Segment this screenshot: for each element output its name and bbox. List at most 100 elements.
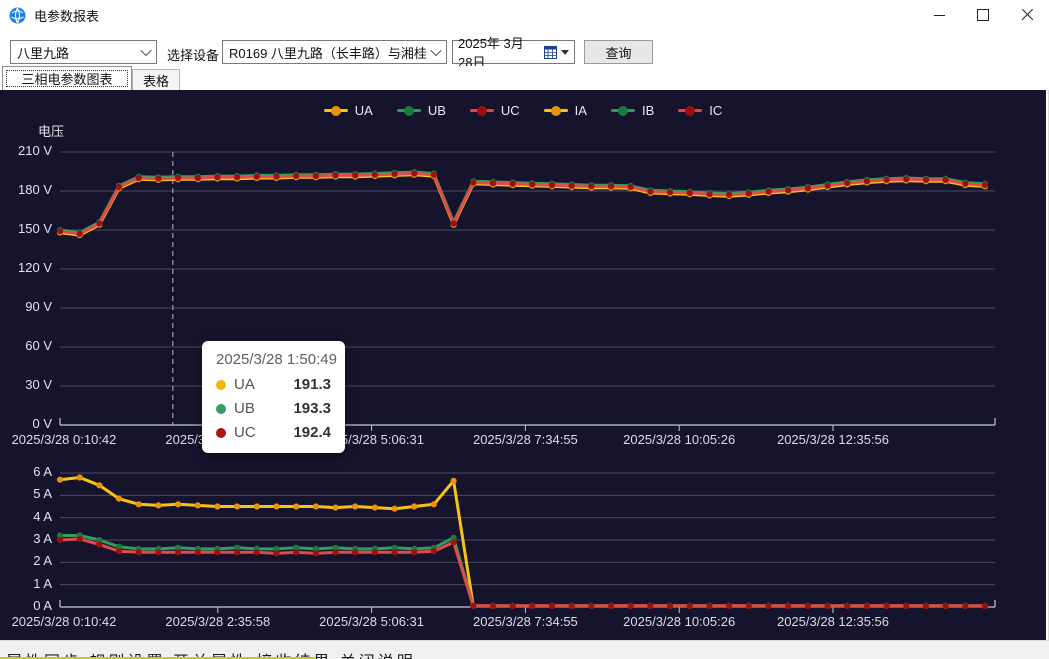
data-point-ic[interactable]: [805, 603, 811, 609]
data-point-ic[interactable]: [392, 549, 398, 555]
data-point-uc[interactable]: [982, 182, 988, 188]
data-point-ia[interactable]: [352, 503, 358, 509]
data-point-ia[interactable]: [411, 503, 417, 509]
device-select[interactable]: R0169 八里九路（长丰路）与湘桂线交: [222, 40, 447, 64]
station-select[interactable]: 八里九路: [10, 40, 157, 64]
data-point-ia[interactable]: [175, 501, 181, 507]
data-point-ic[interactable]: [510, 603, 516, 609]
data-point-ia[interactable]: [96, 482, 102, 488]
data-point-uc[interactable]: [273, 174, 279, 180]
data-point-uc[interactable]: [77, 231, 83, 237]
data-point-uc[interactable]: [844, 180, 850, 186]
data-point-ic[interactable]: [155, 549, 161, 555]
date-picker[interactable]: 2025年 3月28日: [452, 40, 575, 64]
data-point-ia[interactable]: [116, 496, 122, 502]
data-point-ic[interactable]: [529, 603, 535, 609]
data-point-uc[interactable]: [765, 189, 771, 195]
data-point-ic[interactable]: [982, 603, 988, 609]
data-point-uc[interactable]: [352, 172, 358, 178]
data-point-ic[interactable]: [332, 549, 338, 555]
data-point-uc[interactable]: [431, 172, 437, 178]
data-point-ic[interactable]: [470, 603, 476, 609]
data-point-ic[interactable]: [214, 549, 220, 555]
data-point-uc[interactable]: [588, 183, 594, 189]
data-point-ia[interactable]: [431, 501, 437, 507]
data-point-uc[interactable]: [490, 180, 496, 186]
data-point-uc[interactable]: [628, 184, 634, 190]
data-point-ic[interactable]: [293, 549, 299, 555]
tab-three-phase-chart[interactable]: 三相电参数图表: [2, 66, 132, 90]
minimize-button[interactable]: [917, 0, 961, 30]
data-point-uc[interactable]: [549, 182, 555, 188]
data-point-uc[interactable]: [411, 170, 417, 176]
data-point-ic[interactable]: [884, 603, 890, 609]
data-point-ic[interactable]: [234, 549, 240, 555]
data-point-ic[interactable]: [608, 603, 614, 609]
data-point-ic[interactable]: [451, 539, 457, 545]
data-point-uc[interactable]: [372, 172, 378, 178]
data-point-uc[interactable]: [392, 171, 398, 177]
data-point-ic[interactable]: [844, 603, 850, 609]
data-point-ia[interactable]: [451, 478, 457, 484]
data-point-uc[interactable]: [903, 176, 909, 182]
data-point-ic[interactable]: [962, 603, 968, 609]
data-point-uc[interactable]: [962, 181, 968, 187]
data-point-uc[interactable]: [687, 190, 693, 196]
data-point-ia[interactable]: [273, 503, 279, 509]
data-point-ic[interactable]: [136, 549, 142, 555]
data-point-ia[interactable]: [254, 503, 260, 509]
data-point-uc[interactable]: [510, 181, 516, 187]
data-point-uc[interactable]: [155, 176, 161, 182]
data-point-uc[interactable]: [57, 228, 63, 234]
data-point-ic[interactable]: [116, 548, 122, 554]
data-point-uc[interactable]: [214, 174, 220, 180]
data-point-ic[interactable]: [825, 603, 831, 609]
data-point-uc[interactable]: [884, 177, 890, 183]
data-point-uc[interactable]: [96, 220, 102, 226]
data-point-uc[interactable]: [293, 173, 299, 179]
data-point-uc[interactable]: [923, 177, 929, 183]
data-point-ia[interactable]: [136, 501, 142, 507]
data-point-uc[interactable]: [529, 181, 535, 187]
data-point-ic[interactable]: [943, 603, 949, 609]
data-point-ic[interactable]: [77, 536, 83, 542]
data-point-ia[interactable]: [392, 506, 398, 512]
data-point-ic[interactable]: [765, 603, 771, 609]
data-point-uc[interactable]: [470, 180, 476, 186]
data-point-ia[interactable]: [214, 503, 220, 509]
data-point-uc[interactable]: [726, 192, 732, 198]
data-point-ic[interactable]: [254, 549, 260, 555]
data-point-uc[interactable]: [667, 189, 673, 195]
tab-table[interactable]: 表格: [132, 69, 180, 90]
data-point-uc[interactable]: [136, 175, 142, 181]
data-point-uc[interactable]: [175, 175, 181, 181]
data-point-ic[interactable]: [864, 603, 870, 609]
data-point-ic[interactable]: [903, 603, 909, 609]
data-point-ia[interactable]: [293, 503, 299, 509]
data-point-uc[interactable]: [195, 175, 201, 181]
data-point-ic[interactable]: [175, 549, 181, 555]
data-point-ic[interactable]: [706, 603, 712, 609]
data-point-ic[interactable]: [313, 550, 319, 556]
data-point-uc[interactable]: [451, 220, 457, 226]
data-point-ic[interactable]: [647, 603, 653, 609]
data-point-uc[interactable]: [746, 191, 752, 197]
data-point-uc[interactable]: [943, 177, 949, 183]
query-button[interactable]: 查询: [584, 40, 653, 64]
data-point-ic[interactable]: [549, 603, 555, 609]
data-point-uc[interactable]: [608, 183, 614, 189]
data-point-uc[interactable]: [234, 174, 240, 180]
data-point-ic[interactable]: [923, 603, 929, 609]
data-point-ic[interactable]: [726, 603, 732, 609]
data-point-ic[interactable]: [785, 603, 791, 609]
data-point-ia[interactable]: [234, 503, 240, 509]
data-point-uc[interactable]: [864, 178, 870, 184]
data-point-ic[interactable]: [273, 550, 279, 556]
data-point-ic[interactable]: [372, 549, 378, 555]
data-point-ic[interactable]: [411, 549, 417, 555]
data-point-ic[interactable]: [57, 537, 63, 543]
data-point-uc[interactable]: [805, 185, 811, 191]
data-point-uc[interactable]: [785, 187, 791, 193]
data-point-ic[interactable]: [569, 603, 575, 609]
data-point-uc[interactable]: [254, 174, 260, 180]
